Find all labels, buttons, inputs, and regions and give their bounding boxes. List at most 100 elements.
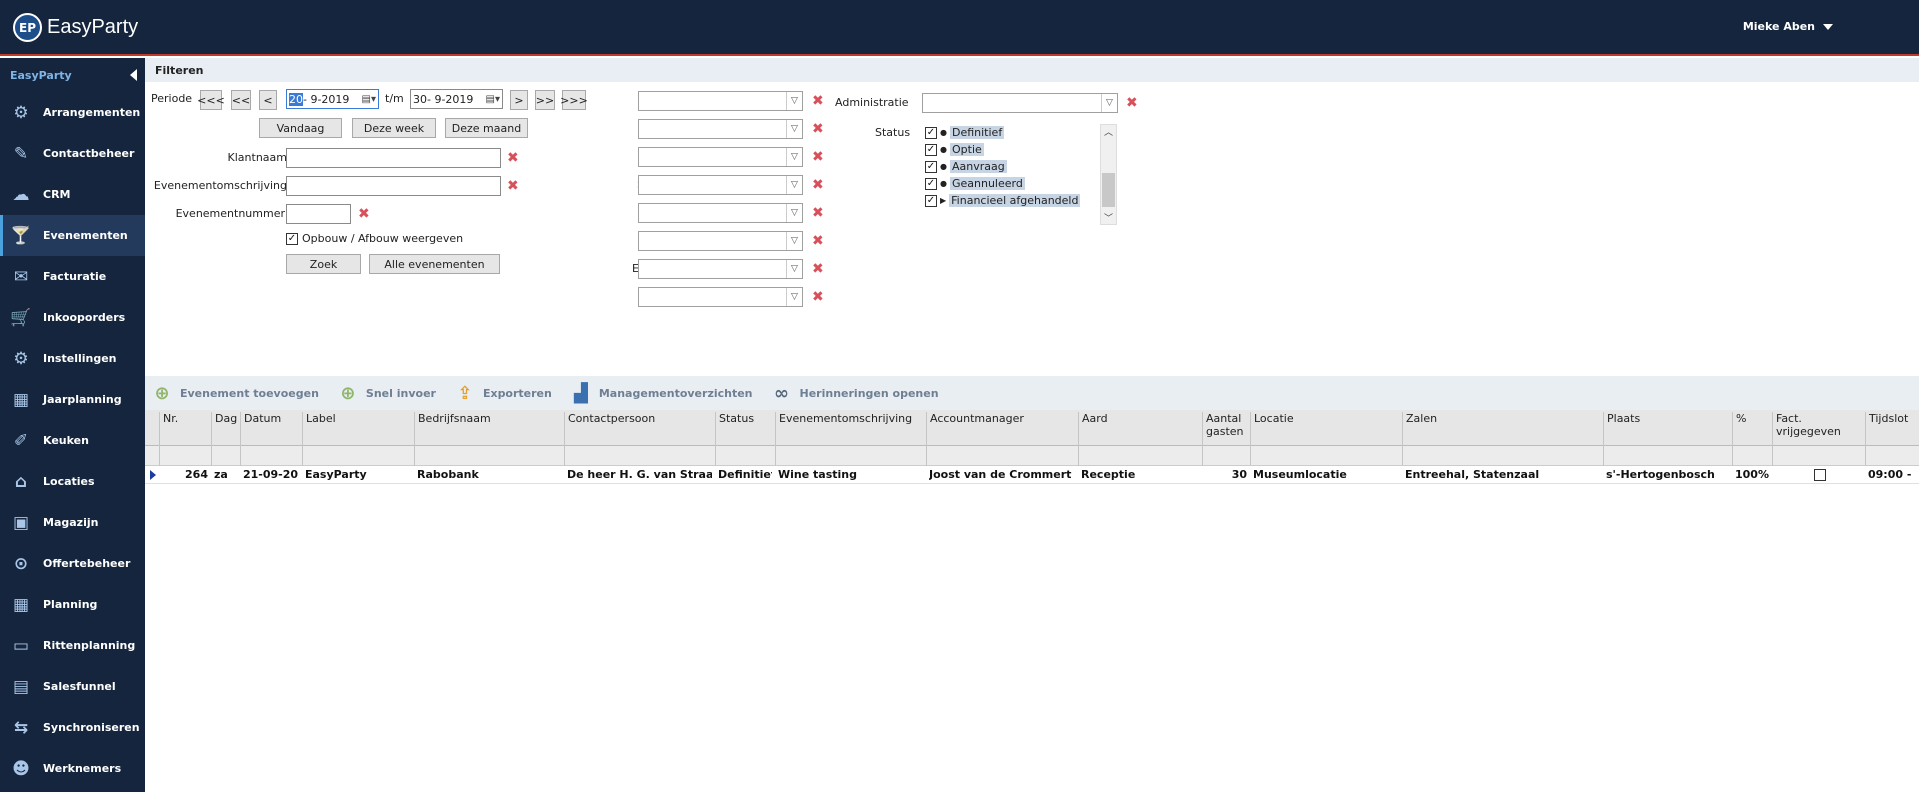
this-week-button[interactable]: Deze week — [352, 118, 436, 138]
prev-day-button[interactable]: < — [259, 90, 277, 110]
clear-accountmanagericon[interactable]: ✖ — [812, 122, 824, 136]
calendar-dropdown-icon[interactable]: ▤▾ — [486, 94, 500, 105]
column-filter-cell[interactable] — [240, 446, 302, 466]
clear-nummer-icon[interactable]: ✖ — [358, 207, 370, 221]
sidebar-item-magazijn[interactable]: ▣ Magazijn — [0, 502, 145, 543]
column-header[interactable]: Datum — [240, 412, 302, 446]
in-outdoorselect[interactable]: ▽ — [638, 287, 803, 307]
column-header[interactable]: Evenementomschrijving — [775, 412, 926, 446]
column-header[interactable]: Zalen — [1402, 412, 1603, 446]
column-header[interactable]: Tijdslot — [1865, 412, 1919, 446]
column-header[interactable]: % — [1732, 412, 1772, 446]
accountmanagerselect[interactable]: ▽ — [638, 119, 803, 139]
user-menu[interactable]: Mieke Aben — [1743, 20, 1833, 33]
sidebar-item-planning[interactable]: ▦ Planning — [0, 584, 145, 625]
column-filter-cell[interactable] — [564, 446, 715, 466]
sidebar-item-jaarplanning[interactable]: ▦ Jaarplanning — [0, 379, 145, 420]
administratie-select[interactable]: ▽ — [922, 93, 1118, 113]
column-header[interactable]: Dag — [211, 412, 240, 446]
clear-aardicon[interactable]: ✖ — [812, 234, 824, 248]
evenementnummer-input[interactable] — [286, 204, 351, 224]
column-header[interactable]: Aantal gasten — [1202, 412, 1250, 446]
clear-administratie-icon[interactable]: ✖ — [1126, 96, 1138, 110]
sidebar-item-contactbeheer[interactable]: ✎ Contactbeheer — [0, 133, 145, 174]
column-filter-cell[interactable] — [1732, 446, 1772, 466]
sidebar-item-synchroniseren[interactable]: ⇆ Synchroniseren — [0, 707, 145, 748]
alle-evenementen-button[interactable]: Alle evenementen — [369, 254, 500, 274]
sidebar-item-offertebeheer[interactable]: ⊙ Offertebeheer — [0, 543, 145, 584]
sidebar-item-keuken[interactable]: ✐ Keuken — [0, 420, 145, 461]
labelselect[interactable]: ▽ — [638, 91, 803, 111]
column-filter-cell[interactable] — [414, 446, 564, 466]
column-header[interactable]: Aard — [1078, 412, 1202, 446]
clear-labelicon[interactable]: ✖ — [812, 94, 824, 108]
column-header[interactable]: Locatie — [1250, 412, 1402, 446]
opbouw-checkbox[interactable]: ✓ — [286, 232, 298, 245]
date-to-input[interactable]: 30- 9-2019 ▤▾ — [410, 89, 503, 109]
column-filter-cell[interactable] — [926, 446, 1078, 466]
sidebar-item-facturatie[interactable]: ✉ Facturatie — [0, 256, 145, 297]
column-filter-cell[interactable] — [1402, 446, 1603, 466]
clear-sales-co-rdinatoricon[interactable]: ✖ — [812, 178, 824, 192]
clear-evenemententypeicon[interactable]: ✖ — [812, 262, 824, 276]
fact-vrijgegeven-checkbox[interactable] — [1814, 469, 1826, 481]
scroll-thumb[interactable] — [1102, 173, 1115, 207]
collapse-sidebar-icon[interactable] — [130, 69, 137, 81]
sidebar-item-werknemers[interactable]: ☻ Werknemers — [0, 748, 145, 789]
evenemententypeselect[interactable]: ▽ — [638, 259, 803, 279]
scroll-up-icon[interactable]: ︿ — [1101, 125, 1116, 138]
next-day-button[interactable]: > — [510, 90, 528, 110]
sidebar-item-instellingen[interactable]: ⚙ Instellingen — [0, 338, 145, 379]
column-filter-cell[interactable] — [1865, 446, 1919, 466]
column-header[interactable]: Contactpersoon — [564, 412, 715, 446]
locatieselect[interactable]: ▽ — [638, 203, 803, 223]
sidebar-item-arrangementen[interactable]: ⚙ Arrangementen — [0, 92, 145, 133]
column-filter-cell[interactable] — [1202, 446, 1250, 466]
sales-co-rdinatorselect[interactable]: ▽ — [638, 175, 803, 195]
status-option[interactable]: ✓ ▶ Financieel afgehandeld — [925, 192, 1100, 209]
clear-in-outdooricon[interactable]: ✖ — [812, 290, 824, 304]
sidebar-item-salesfunnel[interactable]: ▤ Salesfunnel — [0, 666, 145, 707]
column-header[interactable]: Accountmanager — [926, 412, 1078, 446]
prev-year-button[interactable]: <<< — [197, 90, 225, 110]
sidebar-item-locaties[interactable]: ⌂ Locaties — [0, 461, 145, 502]
prev-month-button[interactable]: << — [231, 90, 251, 110]
status-option[interactable]: ✓ ● Optie — [925, 141, 1100, 158]
aardselect[interactable]: ▽ — [638, 231, 803, 251]
column-filter-cell[interactable] — [211, 446, 240, 466]
status-option[interactable]: ✓ ● Definitief — [925, 124, 1100, 141]
reminders-button[interactable]: ∞ Herinneringen openen — [771, 382, 939, 404]
column-filter-cell[interactable] — [775, 446, 926, 466]
column-filter-cell[interactable] — [302, 446, 414, 466]
scroll-down-icon[interactable]: ﹀ — [1101, 211, 1116, 224]
column-filter-cell[interactable] — [1772, 446, 1865, 466]
column-header[interactable]: Bedrijfsnaam — [414, 412, 564, 446]
sidebar-item-rittenplanning[interactable]: ▭ Rittenplanning — [0, 625, 145, 666]
status-option[interactable]: ✓ ● Aanvraag — [925, 158, 1100, 175]
sidebar-item-evenementen[interactable]: 🍸 Evenementen — [0, 215, 145, 256]
status-option[interactable]: ✓ ● Geannuleerd — [925, 175, 1100, 192]
status-checkbox[interactable]: ✓ — [925, 126, 937, 139]
status-checkbox[interactable]: ✓ — [925, 177, 937, 190]
this-month-button[interactable]: Deze maand — [445, 118, 528, 138]
next-month-button[interactable]: >> — [535, 90, 555, 110]
column-header[interactable]: Nr. — [159, 412, 211, 446]
status-checkbox[interactable]: ✓ — [925, 160, 937, 173]
column-filter-cell[interactable] — [1078, 446, 1202, 466]
zoek-button[interactable]: Zoek — [286, 254, 361, 274]
column-header[interactable]: Fact. vrijgegeven — [1772, 412, 1865, 446]
status-scrollbar[interactable]: ︿ ﹀ — [1100, 124, 1117, 225]
next-year-button[interactable]: >>> — [560, 90, 588, 110]
grid-filter-row[interactable] — [145, 446, 1919, 466]
table-row[interactable]: 264 za 21-09-2019 EasyParty Rabobank De heer … — [145, 466, 1919, 484]
column-filter-cell[interactable] — [715, 446, 775, 466]
sidebar-item-crm[interactable]: ☁ CRM — [0, 174, 145, 215]
status-checkbox[interactable]: ✓ — [925, 194, 937, 207]
today-button[interactable]: Vandaag — [259, 118, 342, 138]
column-header[interactable]: Label — [302, 412, 414, 446]
quick-entry-button[interactable]: ⊕ Snel invoer — [337, 382, 436, 404]
clear-projectmanagericon[interactable]: ✖ — [812, 150, 824, 164]
column-header[interactable]: Plaats — [1603, 412, 1732, 446]
status-checkbox[interactable]: ✓ — [925, 143, 937, 156]
column-filter-cell[interactable] — [1250, 446, 1402, 466]
